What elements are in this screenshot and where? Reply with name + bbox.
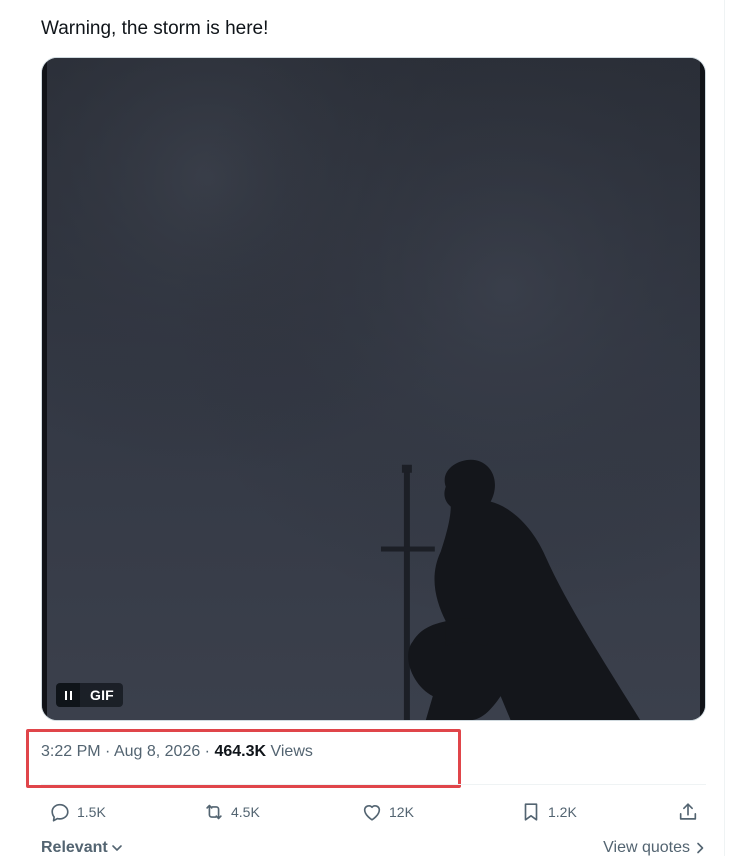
pause-icon[interactable] bbox=[56, 683, 80, 707]
share-button[interactable] bbox=[677, 795, 699, 829]
meta-separator: · bbox=[200, 743, 215, 760]
gif-media[interactable]: GIF bbox=[41, 57, 706, 721]
like-count: 12K bbox=[389, 804, 414, 820]
chevron-right-icon bbox=[697, 842, 704, 854]
reply-footer: Relevant View quotes bbox=[41, 836, 706, 856]
view-quotes-label: View quotes bbox=[603, 839, 690, 856]
meta-separator: · bbox=[100, 743, 114, 760]
heart-icon bbox=[363, 805, 381, 821]
bookmark-button[interactable]: 1.2K bbox=[520, 795, 577, 829]
repost-count: 4.5K bbox=[231, 804, 260, 820]
tweet-text: Warning, the storm is here! bbox=[41, 18, 269, 39]
chevron-down-icon bbox=[111, 845, 122, 851]
action-bar: 1.5K 4.5K 12K 1.2K bbox=[41, 795, 706, 829]
share-icon bbox=[679, 803, 697, 820]
gif-badge[interactable]: GIF bbox=[56, 683, 123, 707]
sort-label: Relevant bbox=[41, 839, 108, 856]
tweet-meta: 3:22 PM · Aug 8, 2026 · 464.3K Views bbox=[41, 741, 313, 763]
reply-count: 1.5K bbox=[77, 804, 106, 820]
repost-button[interactable]: 4.5K bbox=[203, 795, 260, 829]
reply-icon bbox=[51, 803, 69, 822]
gif-label: GIF bbox=[80, 683, 123, 707]
tweet-time[interactable]: 3:22 PM bbox=[41, 743, 101, 760]
like-button[interactable]: 12K bbox=[361, 795, 414, 829]
repost-icon bbox=[206, 804, 222, 820]
tweet-date[interactable]: Aug 8, 2026 bbox=[114, 743, 200, 760]
views-label: Views bbox=[266, 743, 313, 760]
tweet-detail: Warning, the storm is here! GIF 3:22 PM … bbox=[0, 0, 748, 856]
reply-button[interactable]: 1.5K bbox=[49, 795, 106, 829]
views-count: 464.3K bbox=[214, 743, 267, 760]
column-border bbox=[724, 0, 725, 856]
bookmark-count: 1.2K bbox=[548, 804, 577, 820]
view-quotes-link[interactable]: View quotes bbox=[603, 836, 706, 856]
sort-dropdown[interactable]: Relevant bbox=[41, 836, 124, 856]
bookmark-icon bbox=[524, 803, 538, 821]
divider bbox=[41, 784, 706, 785]
storm-knight-image bbox=[42, 58, 705, 720]
